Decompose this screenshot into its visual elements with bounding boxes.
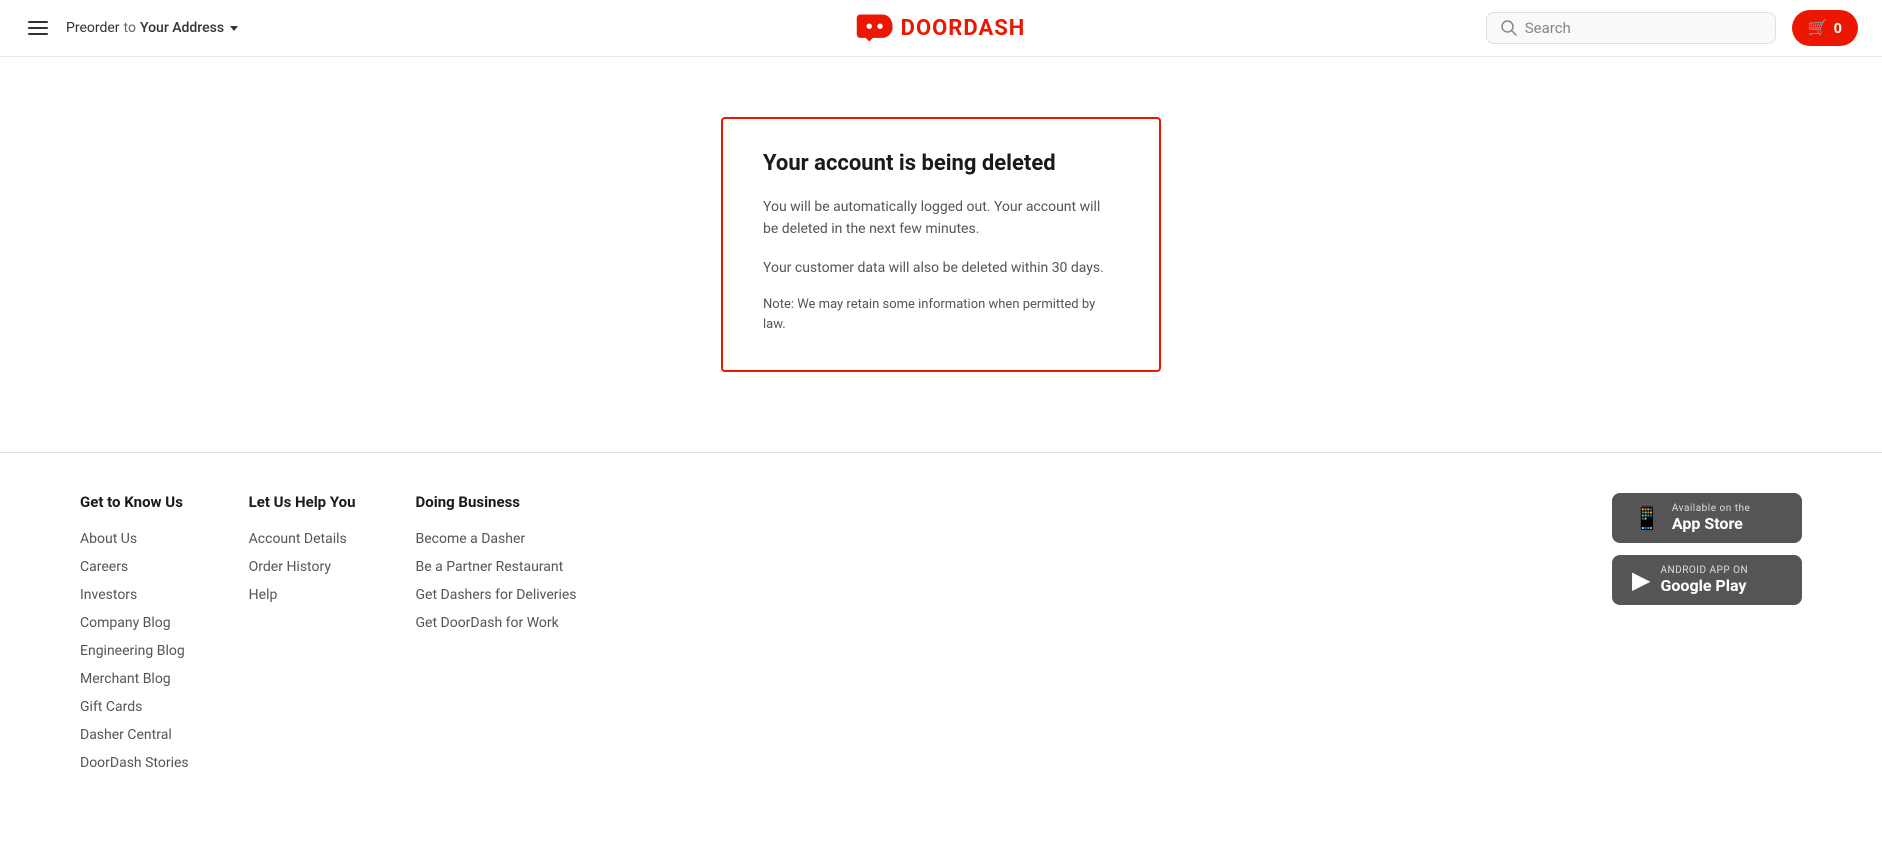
footer-link-dasher-central[interactable]: Dasher Central bbox=[80, 727, 189, 743]
footer-link-become-dasher[interactable]: Become a Dasher bbox=[416, 531, 577, 547]
cart-count: 0 bbox=[1834, 20, 1842, 37]
deletion-body-30days: Your customer data will also be deleted … bbox=[763, 257, 1119, 279]
footer-link-engineering-blog[interactable]: Engineering Blog bbox=[80, 643, 189, 659]
hamburger-menu-button[interactable] bbox=[24, 17, 52, 39]
footer-col-get-to-know-us: Get to Know Us About Us Careers Investor… bbox=[80, 493, 189, 783]
footer-link-about-us[interactable]: About Us bbox=[80, 531, 189, 547]
footer-link-doordash-work[interactable]: Get DoorDash for Work bbox=[416, 615, 577, 631]
doordash-logo-icon bbox=[857, 14, 893, 42]
logo-link[interactable]: DOORDASH bbox=[857, 14, 1026, 42]
google-play-icon: ▶ bbox=[1632, 566, 1650, 594]
footer-col-let-us-help: Let Us Help You Account Details Order Hi… bbox=[249, 493, 356, 783]
footer-link-careers[interactable]: Careers bbox=[80, 559, 189, 575]
search-icon bbox=[1501, 20, 1517, 36]
header-right: Search 🛒 0 bbox=[1486, 10, 1858, 46]
apple-icon: 📱 bbox=[1632, 504, 1662, 532]
cart-button[interactable]: 🛒 0 bbox=[1792, 10, 1858, 46]
main-content: Your account is being deleted You will b… bbox=[0, 57, 1882, 452]
footer-col3-title: Doing Business bbox=[416, 493, 577, 511]
footer-columns: Get to Know Us About Us Careers Investor… bbox=[80, 493, 1612, 783]
footer-link-account-details[interactable]: Account Details bbox=[249, 531, 356, 547]
address-label: Your Address bbox=[140, 20, 224, 36]
app-store-badge[interactable]: 📱 Available on the App Store bbox=[1612, 493, 1802, 543]
footer-apps: 📱 Available on the App Store ▶ ANDROID A… bbox=[1612, 493, 1802, 783]
to-label: to bbox=[124, 20, 136, 36]
footer-col1-title: Get to Know Us bbox=[80, 493, 189, 511]
preorder-label: Preorder bbox=[66, 20, 120, 36]
search-bar[interactable]: Search bbox=[1486, 12, 1776, 44]
app-store-text: Available on the App Store bbox=[1672, 503, 1750, 533]
chevron-down-icon bbox=[230, 26, 238, 31]
search-placeholder: Search bbox=[1525, 19, 1571, 37]
footer-link-partner-restaurant[interactable]: Be a Partner Restaurant bbox=[416, 559, 577, 575]
footer-col2-title: Let Us Help You bbox=[249, 493, 356, 511]
google-play-text: ANDROID APP ON Google Play bbox=[1660, 565, 1748, 595]
cart-icon: 🛒 bbox=[1808, 18, 1828, 38]
header: Preorder to Your Address DOORDASH Search… bbox=[0, 0, 1882, 57]
footer-link-company-blog[interactable]: Company Blog bbox=[80, 615, 189, 631]
deletion-card: Your account is being deleted You will b… bbox=[721, 117, 1161, 372]
app-store-main: App Store bbox=[1672, 514, 1750, 533]
logo-text: DOORDASH bbox=[901, 16, 1026, 41]
footer-link-gift-cards[interactable]: Gift Cards bbox=[80, 699, 189, 715]
footer-link-merchant-blog[interactable]: Merchant Blog bbox=[80, 671, 189, 687]
footer-link-dashers-deliveries[interactable]: Get Dashers for Deliveries bbox=[416, 587, 577, 603]
footer: Get to Know Us About Us Careers Investor… bbox=[0, 493, 1882, 843]
deletion-title: Your account is being deleted bbox=[763, 151, 1119, 176]
header-left: Preorder to Your Address bbox=[24, 17, 238, 39]
google-play-sub: ANDROID APP ON bbox=[1660, 565, 1748, 576]
app-store-sub: Available on the bbox=[1672, 503, 1750, 514]
footer-link-investors[interactable]: Investors bbox=[80, 587, 189, 603]
deletion-note: Note: We may retain some information whe… bbox=[763, 295, 1119, 334]
footer-col-doing-business: Doing Business Become a Dasher Be a Part… bbox=[416, 493, 577, 783]
footer-link-order-history[interactable]: Order History bbox=[249, 559, 356, 575]
footer-link-help[interactable]: Help bbox=[249, 587, 356, 603]
google-play-main: Google Play bbox=[1660, 576, 1748, 595]
deletion-body-logout: You will be automatically logged out. Yo… bbox=[763, 196, 1119, 241]
footer-divider bbox=[0, 452, 1882, 453]
preorder-address[interactable]: Preorder to Your Address bbox=[66, 20, 238, 36]
google-play-badge[interactable]: ▶ ANDROID APP ON Google Play bbox=[1612, 555, 1802, 605]
footer-link-doordash-stories[interactable]: DoorDash Stories bbox=[80, 755, 189, 771]
